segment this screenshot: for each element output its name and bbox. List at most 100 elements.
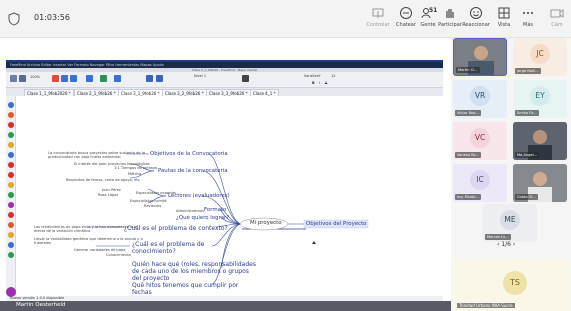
participant-tile[interactable]: ME Marcos Lu... — [483, 204, 537, 242]
meeting-toolbar: 01:03:56 Controlar Chatear 51 Gente Part… — [0, 0, 571, 38]
mindmap-canvas[interactable]: Mi proyecto Objetivos del Proyecto Objet… — [16, 96, 443, 296]
note-line[interactable]: Rosa López — [98, 193, 118, 197]
undo-icon[interactable] — [86, 75, 93, 82]
note-line[interactable]: Especialistas comité — [130, 199, 167, 203]
chevron-left-icon[interactable]: ‹ — [497, 241, 499, 248]
note-line[interactable]: Generar variedades de papa — [74, 248, 125, 252]
view-label: Vista — [497, 22, 511, 28]
camera-button[interactable]: Cám — [543, 6, 571, 28]
gallery-pager[interactable]: ‹ 1/6 › — [497, 241, 515, 248]
chevron-right-icon[interactable]: › — [513, 241, 515, 248]
node-problema-conocimiento[interactable]: ¿Cuál es el problema de conocimiento? — [132, 241, 216, 255]
question-icon[interactable] — [8, 152, 14, 158]
ok-icon[interactable] — [8, 192, 14, 198]
note-line[interactable]: productividad con bajo huella ambiental — [48, 155, 120, 159]
new-file-icon[interactable] — [10, 75, 17, 82]
bold-icon[interactable]: B — [312, 81, 315, 85]
mindmap-root[interactable]: Mi proyecto — [250, 220, 282, 226]
node-lectores[interactable]: Lectores (evaluadores) — [168, 193, 230, 199]
paste-icon[interactable] — [70, 75, 77, 82]
more-button[interactable]: Más — [514, 6, 542, 28]
priority-4-icon[interactable] — [8, 242, 14, 248]
tab-clase-3-1[interactable]: Clase 3_1_9feb26 * — [118, 89, 163, 96]
node-problema-contexto[interactable]: ¿Cuál es el problema de contexto? — [124, 225, 228, 232]
check-icon[interactable] — [8, 132, 14, 138]
shield-icon — [8, 12, 20, 26]
control-icon — [372, 8, 384, 18]
tab-clase-1-1[interactable]: Clase 1_1_9feb2026 * — [24, 89, 74, 96]
layout-icon[interactable] — [146, 75, 153, 82]
fold-icon[interactable] — [156, 75, 163, 82]
freemind-toolbar: 100% Nivel 1 SansSerif 12 B I S — [6, 72, 443, 88]
find-icon[interactable] — [114, 75, 121, 82]
note-line[interactable]: Especialistas expertos — [136, 191, 176, 195]
format-icon[interactable] — [242, 75, 249, 82]
cross-icon[interactable] — [8, 122, 14, 128]
icon-palette — [6, 96, 16, 296]
node-formato[interactable]: Formato — [204, 207, 226, 213]
node-hitos[interactable]: Qué hitos tenemos que cumplir por fechas — [132, 282, 246, 296]
node-que-lograr[interactable]: ¿Qué quiero lograr? — [176, 215, 229, 221]
participant-tile[interactable]: IC Ing. Elizab... — [453, 164, 507, 202]
cut-icon[interactable] — [52, 75, 59, 82]
participant-gallery: Martin Ci... JC Jorge Nulli... VR Victor… — [451, 38, 571, 311]
priority-icon[interactable] — [8, 202, 14, 208]
font-select[interactable]: SansSerif — [304, 74, 320, 78]
help-icon[interactable] — [8, 102, 14, 108]
camera-icon — [550, 9, 564, 18]
note-line[interactable]: efecto de la variación climática — [34, 229, 90, 233]
view-icon — [498, 7, 510, 19]
note-line[interactable]: 1:1 Tiempos de entrega — [114, 166, 157, 170]
flag-icon[interactable] — [8, 172, 14, 178]
strike-icon[interactable]: S — [325, 81, 327, 85]
tab-clase-2-1[interactable]: Clase 2_1_9feb26 * — [74, 89, 119, 96]
italic-icon[interactable]: I — [319, 81, 320, 85]
node-objetivos-convocatoria[interactable]: Objetivos de la Convocatoria — [150, 151, 228, 157]
avatar: ME — [500, 210, 520, 230]
open-file-icon[interactable] — [19, 75, 26, 82]
note-line[interactable]: Administrativos — [176, 209, 204, 213]
raise-hand-button[interactable]: Participar — [436, 6, 464, 28]
priority-2-icon[interactable] — [8, 222, 14, 228]
tab-clase-3-3[interactable]: Clase 3_3_9feb26 * — [206, 89, 251, 96]
control-label: Controlar — [366, 22, 390, 28]
edit-icon[interactable] — [100, 75, 107, 82]
star-icon[interactable] — [8, 142, 14, 148]
note-line[interactable]: tuberales — [34, 241, 51, 245]
control-button[interactable]: Controlar — [364, 6, 392, 28]
participant-tile[interactable]: EY Emika Fir... — [513, 80, 567, 118]
priority-3-icon[interactable] — [8, 232, 14, 238]
participant-name: Emika Fir... — [515, 110, 539, 116]
participant-name: Ma.Angel... — [515, 152, 540, 158]
note-line[interactable]: Juan Pérez — [102, 188, 121, 192]
mindmap-right-node[interactable]: Objetivos del Proyecto — [306, 221, 366, 227]
copy-icon[interactable] — [61, 75, 68, 82]
participant-tile[interactable]: JC Jorge Nulli... — [513, 38, 567, 76]
participant-tile[interactable]: VC Vanesa Ro... — [453, 122, 507, 160]
participant-tile[interactable]: Ma.Angel... — [513, 122, 567, 160]
tab-clase-3-2[interactable]: Clase 3_2_9feb26 * — [162, 89, 207, 96]
zoom-display[interactable]: 100% — [30, 75, 40, 79]
font-size-select[interactable]: 12 — [331, 74, 335, 78]
participant-tile[interactable]: VR Victor Rod... — [453, 80, 507, 118]
self-view-name: Martin Oesterheld — [16, 302, 66, 308]
react-label: Reaccionar — [462, 22, 490, 28]
node-quien-hace-que[interactable]: Quién hace qué (roles, responsabilidades… — [132, 261, 258, 282]
priority-1-icon[interactable] — [8, 212, 14, 218]
tab-clase-4-1[interactable]: Clase 4_1 * — [250, 89, 279, 96]
freemind-dock-icon[interactable] — [6, 287, 16, 297]
stop-icon[interactable] — [8, 162, 14, 168]
note-line[interactable]: Métrica — [128, 172, 141, 176]
node-pautas[interactable]: Pautas de la convocatoria — [158, 168, 228, 174]
react-button[interactable]: Reaccionar — [462, 6, 490, 28]
featured-participant-tile[interactable]: TS Trinidad Urbano INIA Sucre — [453, 259, 569, 311]
participant-tile[interactable]: Guido Ol... — [513, 164, 567, 202]
priority-5-icon[interactable] — [8, 252, 14, 258]
note-line[interactable]: Conocimiento — [106, 253, 131, 257]
participant-tile[interactable]: Martin Ci... — [453, 38, 507, 76]
warning-icon[interactable] — [8, 112, 14, 118]
note-line[interactable]: Requisitos de firmas, carta de apoyo, et… — [66, 178, 140, 182]
note-line[interactable]: Revisores — [144, 204, 161, 208]
bulb-icon[interactable] — [8, 182, 14, 188]
node-style-select[interactable]: Nivel 1 — [194, 74, 206, 78]
